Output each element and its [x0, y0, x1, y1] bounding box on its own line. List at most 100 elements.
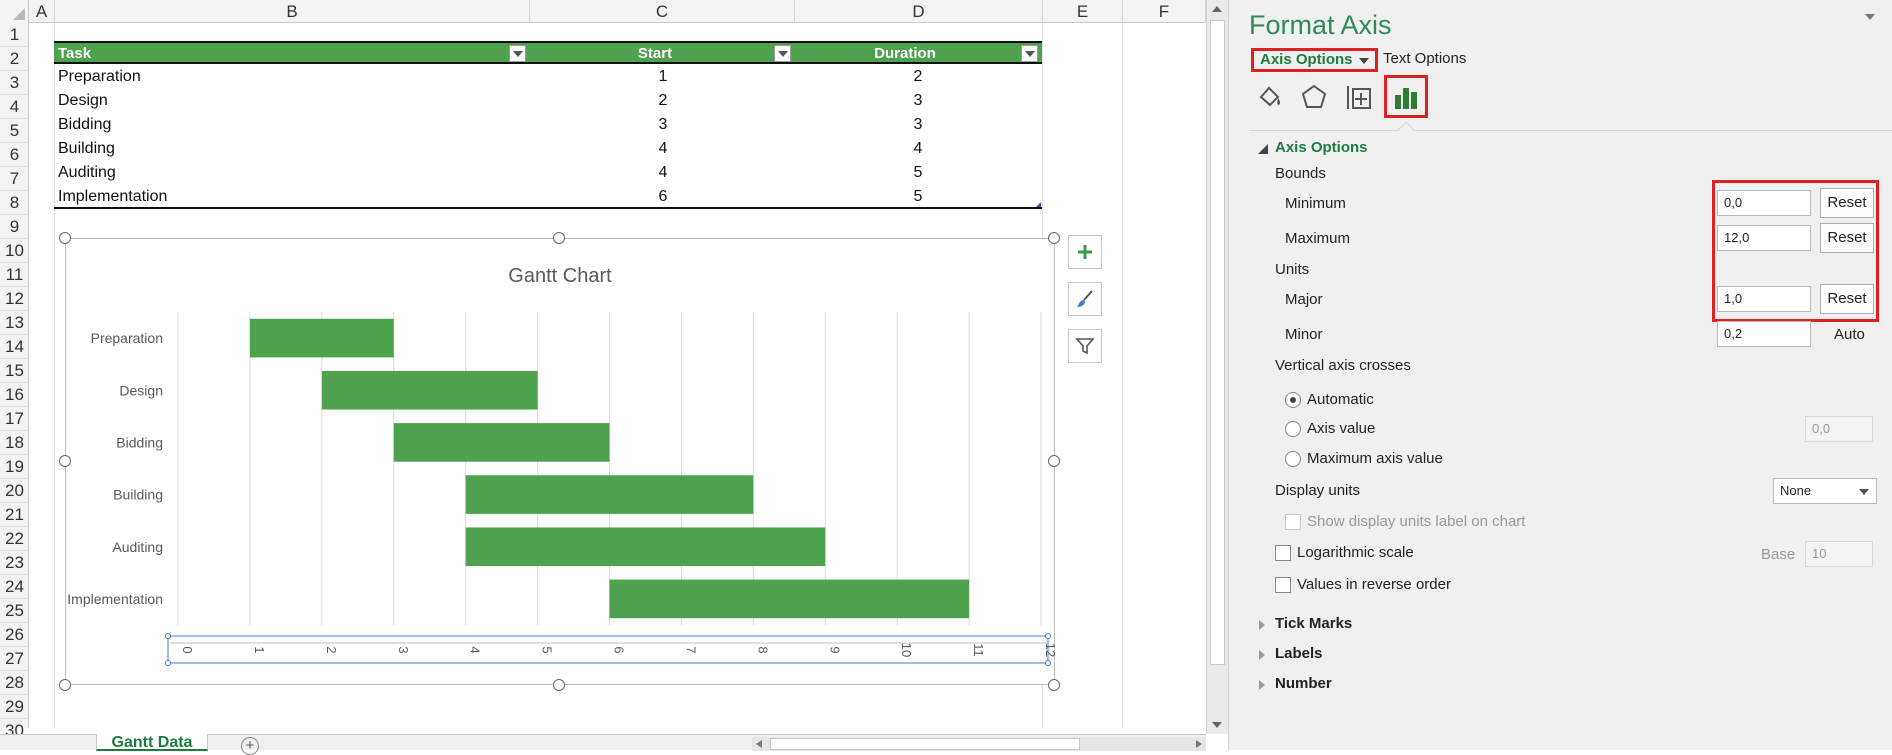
row-header[interactable]: 3 — [0, 71, 29, 95]
row-header[interactable]: 6 — [0, 143, 29, 167]
effects-icon[interactable] — [1299, 82, 1329, 112]
cell-task[interactable]: Auditing — [58, 161, 116, 185]
worksheet[interactable]: A B C D E F 1 2 3 4 5 6 7 8 9 10 11 12 13 14 15 16 17 18 1… — [0, 0, 1206, 755]
vertical-scrollbar[interactable] — [1206, 0, 1228, 734]
table-resize-handle[interactable] — [1036, 202, 1041, 207]
horizontal-scrollbar[interactable] — [752, 737, 1206, 751]
column-header[interactable]: D — [795, 0, 1043, 23]
row-header[interactable]: 20 — [0, 479, 29, 503]
cell-start[interactable]: 1 — [603, 65, 723, 89]
show-units-label-checkbox[interactable] — [1285, 514, 1301, 530]
row-header[interactable]: 12 — [0, 287, 29, 311]
axis-value-input[interactable]: 0,0 — [1805, 416, 1873, 442]
cell-task[interactable]: Bidding — [58, 113, 111, 137]
row-header[interactable]: 10 — [0, 239, 29, 263]
radio-automatic-label[interactable]: Automatic — [1307, 390, 1374, 410]
chart-resize-handle[interactable] — [59, 455, 71, 467]
row-header[interactable]: 22 — [0, 527, 29, 551]
gantt-bar[interactable] — [465, 527, 826, 567]
row-header[interactable]: 23 — [0, 551, 29, 575]
row-header[interactable]: 9 — [0, 215, 29, 239]
cell-task[interactable]: Preparation — [58, 65, 141, 89]
chart-filters-button[interactable] — [1068, 329, 1102, 363]
cell-start[interactable]: 4 — [603, 161, 723, 185]
row-header[interactable]: 17 — [0, 407, 29, 431]
logarithmic-scale-checkbox[interactable] — [1275, 545, 1291, 561]
sheet-tab-gantt-data[interactable]: Gantt Data — [96, 734, 208, 751]
row-header[interactable]: 27 — [0, 647, 29, 671]
chart-resize-handle[interactable] — [1048, 455, 1060, 467]
expand-icon[interactable] — [1259, 680, 1265, 690]
select-all-corner[interactable] — [0, 0, 29, 23]
expand-icon[interactable] — [1259, 650, 1265, 660]
row-header[interactable]: 25 — [0, 599, 29, 623]
cell-start[interactable]: 2 — [603, 89, 723, 113]
cell-duration[interactable]: 2 — [858, 65, 978, 89]
row-header[interactable]: 29 — [0, 695, 29, 719]
cell-duration[interactable]: 4 — [858, 137, 978, 161]
tab-text-options[interactable]: Text Options — [1383, 49, 1466, 69]
row-header[interactable]: 16 — [0, 383, 29, 407]
scroll-right-icon[interactable] — [1196, 740, 1202, 748]
cell-task[interactable]: Design — [58, 89, 108, 113]
radio-maximum-axis-value[interactable] — [1285, 451, 1301, 467]
chart-styles-button[interactable] — [1068, 282, 1102, 316]
row-header[interactable]: 13 — [0, 311, 29, 335]
cell-start[interactable]: 4 — [603, 137, 723, 161]
row-header[interactable]: 24 — [0, 575, 29, 599]
row-header[interactable]: 11 — [0, 263, 29, 287]
chart-resize-handle[interactable] — [59, 679, 71, 691]
chart-resize-handle[interactable] — [59, 232, 71, 244]
cell-duration[interactable]: 5 — [858, 185, 978, 209]
collapse-icon[interactable] — [1257, 143, 1269, 155]
radio-axis-value[interactable] — [1285, 421, 1301, 437]
gantt-bar[interactable] — [465, 475, 754, 514]
cell-duration[interactable]: 3 — [858, 89, 978, 113]
radio-maximum-axis-value-label[interactable]: Maximum axis value — [1307, 449, 1443, 469]
column-header[interactable]: E — [1043, 0, 1123, 23]
row-header[interactable]: 15 — [0, 359, 29, 383]
scroll-down-icon[interactable] — [1212, 722, 1222, 728]
expand-icon[interactable] — [1259, 620, 1265, 630]
gantt-bar[interactable] — [321, 370, 538, 410]
chart-resize-handle[interactable] — [553, 232, 565, 244]
section-number[interactable]: Number — [1275, 674, 1332, 694]
radio-automatic[interactable] — [1285, 392, 1301, 408]
pane-options-chevron-icon[interactable] — [1865, 14, 1875, 20]
scroll-left-icon[interactable] — [756, 740, 762, 748]
section-labels[interactable]: Labels — [1275, 644, 1323, 664]
row-header[interactable]: 7 — [0, 167, 29, 191]
row-header[interactable]: 18 — [0, 431, 29, 455]
vertical-scroll-thumb[interactable] — [1210, 20, 1225, 665]
cell-duration[interactable]: 3 — [858, 113, 978, 137]
chart-resize-handle[interactable] — [553, 679, 565, 691]
cell-start[interactable]: 6 — [603, 185, 723, 209]
logarithmic-scale-label[interactable]: Logarithmic scale — [1297, 543, 1414, 563]
cell-duration[interactable]: 5 — [858, 161, 978, 185]
gantt-bar[interactable] — [249, 318, 394, 358]
filter-dropdown-task[interactable] — [509, 45, 526, 62]
filter-dropdown-start[interactable] — [774, 45, 791, 62]
add-sheet-button[interactable]: + — [241, 737, 259, 755]
chart-resize-handle[interactable] — [1048, 232, 1060, 244]
row-header[interactable]: 21 — [0, 503, 29, 527]
gantt-bar[interactable] — [609, 579, 970, 619]
section-tick-marks[interactable]: Tick Marks — [1275, 614, 1352, 634]
row-header[interactable]: 4 — [0, 95, 29, 119]
row-header[interactable]: 8 — [0, 191, 29, 215]
cell-start[interactable]: 3 — [603, 113, 723, 137]
display-units-select[interactable]: None — [1773, 478, 1877, 504]
row-header[interactable]: 1 — [0, 23, 29, 47]
axis-options-icon[interactable] — [1391, 82, 1421, 112]
row-header[interactable]: 28 — [0, 671, 29, 695]
column-header[interactable]: A — [29, 0, 55, 23]
column-header[interactable]: F — [1123, 0, 1206, 23]
row-header[interactable]: 14 — [0, 335, 29, 359]
size-properties-icon[interactable] — [1344, 82, 1374, 112]
column-header[interactable]: B — [55, 0, 530, 23]
fill-line-icon[interactable] — [1255, 82, 1285, 112]
column-header[interactable]: C — [530, 0, 795, 23]
base-input[interactable]: 10 — [1805, 541, 1873, 567]
cell-task[interactable]: Implementation — [58, 185, 167, 209]
gantt-bar[interactable] — [393, 423, 610, 462]
